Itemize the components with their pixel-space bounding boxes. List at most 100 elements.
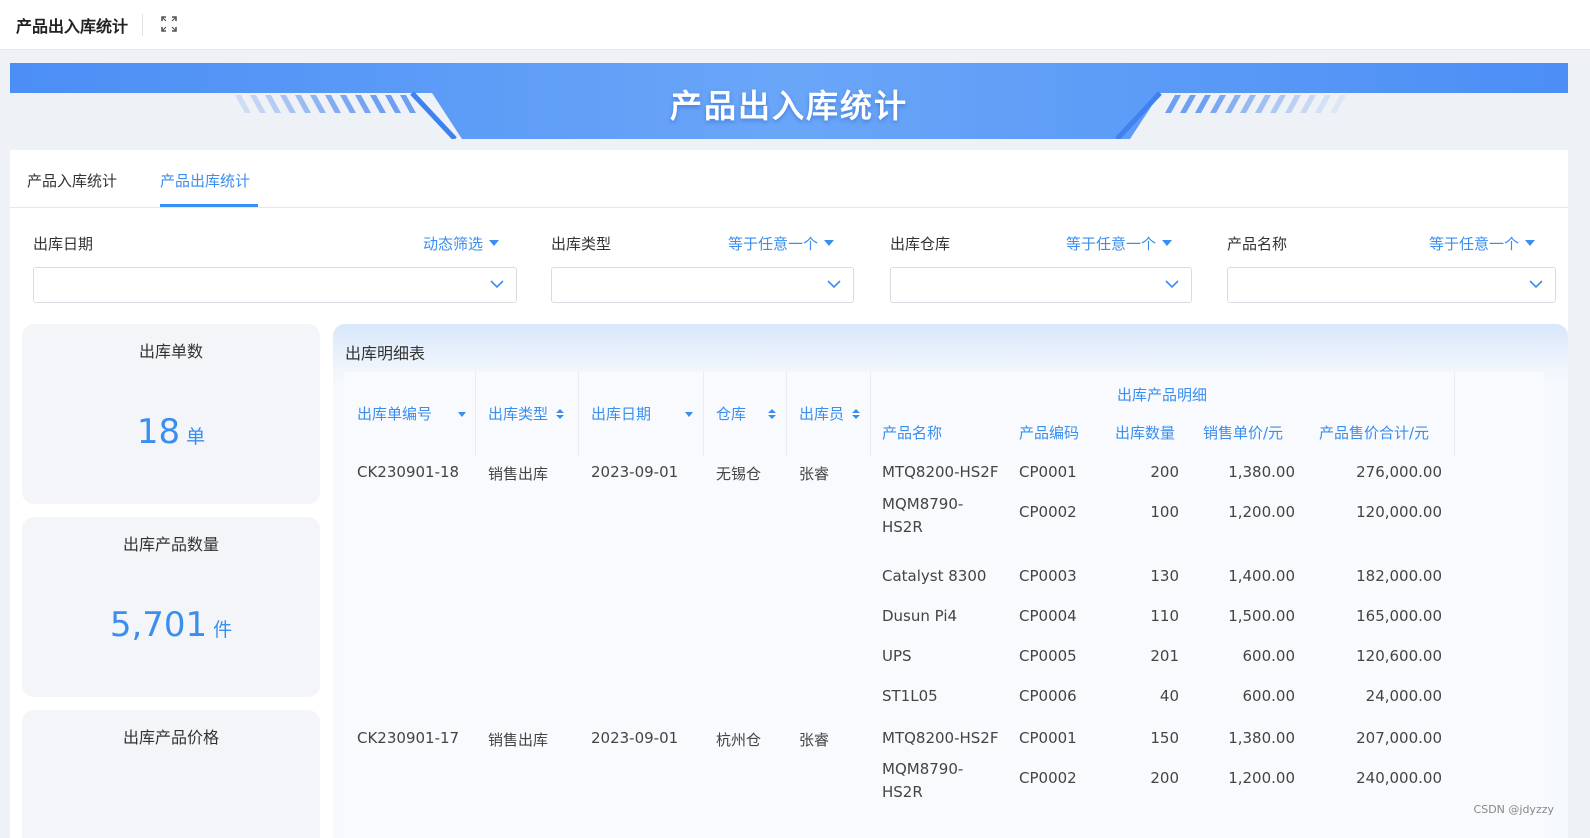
cell-total: 182,000.00 bbox=[1356, 567, 1442, 585]
kpi-value: 18 单 bbox=[22, 412, 320, 452]
cell-date: 2023-09-01 bbox=[591, 729, 679, 747]
cell-product-name: Dusun Pi4 bbox=[882, 607, 958, 625]
column-divider bbox=[475, 372, 476, 456]
cell-staff: 张睿 bbox=[799, 465, 830, 483]
column-header-product-code: 产品编码 bbox=[1019, 424, 1080, 442]
cell-unit-price: 1,400.00 bbox=[1228, 567, 1295, 585]
cell-total: 240,000.00 bbox=[1356, 769, 1442, 787]
cell-product-name: ST1L05 bbox=[882, 687, 938, 705]
expand-icon[interactable] bbox=[160, 15, 178, 33]
cell-type: 销售出库 bbox=[488, 731, 549, 749]
filter-mode-label: 等于任意一个 bbox=[728, 235, 819, 253]
cell-staff: 张睿 bbox=[799, 731, 830, 749]
cell-total: 207,000.00 bbox=[1356, 729, 1442, 747]
kpi-card-product-price: 出库产品价格 bbox=[22, 710, 320, 838]
page-title: 产品出入库统计 bbox=[16, 17, 129, 36]
cell-order-id: CK230901-17 bbox=[357, 729, 460, 747]
filter-select-outbound-warehouse[interactable] bbox=[890, 267, 1192, 303]
caret-down-icon bbox=[489, 240, 500, 246]
watermark: CSDN @jdyzzy bbox=[1473, 803, 1554, 816]
outbound-detail-table: 出库产品明细 出库单编号 出库类型 出库日期 仓库 出库员 产品名称 产品编码 … bbox=[344, 372, 1544, 838]
cell-product-code: CP0002 bbox=[1019, 769, 1077, 787]
cell-product-name: MTQ8200-HS2F bbox=[882, 729, 999, 747]
kpi-number: 18 bbox=[136, 412, 181, 452]
filter-select-outbound-date[interactable] bbox=[33, 267, 517, 303]
top-bar: 产品出入库统计 bbox=[0, 0, 1590, 50]
chevron-down-icon bbox=[1529, 280, 1543, 289]
filter-mode-dropdown[interactable]: 等于任意一个 bbox=[1429, 233, 1536, 254]
column-divider bbox=[786, 372, 787, 456]
cell-product-name: MQM8790-HS2R bbox=[882, 495, 964, 536]
cell-product-code: CP0003 bbox=[1019, 567, 1077, 585]
cell-unit-price: 600.00 bbox=[1242, 647, 1296, 665]
cell-product-code: CP0002 bbox=[1019, 503, 1077, 521]
kpi-label: 出库单数 bbox=[138, 342, 203, 361]
cell-quantity: 110 bbox=[1150, 607, 1179, 625]
cell-total: 276,000.00 bbox=[1356, 463, 1442, 481]
sort-icon[interactable] bbox=[852, 408, 861, 420]
column-divider bbox=[578, 372, 579, 456]
column-header-order-id[interactable]: 出库单编号 bbox=[357, 403, 467, 424]
cell-product-code: CP0004 bbox=[1019, 607, 1077, 625]
filter-mode-dropdown[interactable]: 等于任意一个 bbox=[728, 233, 835, 254]
column-divider bbox=[1454, 372, 1455, 456]
kpi-label: 出库产品价格 bbox=[122, 728, 219, 747]
cell-quantity: 40 bbox=[1159, 687, 1179, 705]
cell-product-name: Catalyst 8300 bbox=[882, 567, 987, 585]
tab-inbound-stats[interactable]: 产品入库统计 bbox=[27, 170, 117, 191]
sort-icon[interactable] bbox=[768, 408, 777, 420]
filter-mode-label: 等于任意一个 bbox=[1429, 235, 1520, 253]
column-header-label: 出库单编号 bbox=[357, 405, 433, 423]
column-header-label: 出库员 bbox=[799, 405, 845, 423]
column-header-staff[interactable]: 出库员 bbox=[799, 403, 861, 424]
tab-outbound-stats[interactable]: 产品出库统计 bbox=[160, 170, 250, 191]
cell-type: 销售出库 bbox=[488, 465, 549, 483]
main-panel: 产品入库统计 产品出库统计 出库日期 动态筛选 出库类型 等于任意一个 出库仓库… bbox=[10, 150, 1568, 838]
kpi-unit: 单 bbox=[186, 426, 206, 448]
cell-product-code: CP0001 bbox=[1019, 463, 1077, 481]
sort-icon[interactable] bbox=[556, 408, 565, 420]
banner-title: 产品出入库统计 bbox=[669, 87, 908, 125]
filter-mode-dropdown[interactable]: 等于任意一个 bbox=[1066, 233, 1173, 254]
cell-unit-price: 600.00 bbox=[1242, 687, 1296, 705]
cell-order-id: CK230901-18 bbox=[357, 463, 460, 481]
column-header-warehouse[interactable]: 仓库 bbox=[716, 403, 777, 424]
cell-warehouse: 无锡仓 bbox=[716, 465, 762, 483]
filter-select-outbound-type[interactable] bbox=[551, 267, 854, 303]
column-header-label: 出库类型 bbox=[488, 405, 549, 423]
filter-mode-label: 等于任意一个 bbox=[1066, 235, 1157, 253]
filter-mode-label: 动态筛选 bbox=[423, 235, 484, 253]
cell-unit-price: 1,200.00 bbox=[1228, 503, 1295, 521]
column-header-date[interactable]: 出库日期 bbox=[591, 403, 694, 424]
column-header-type[interactable]: 出库类型 bbox=[488, 403, 565, 424]
dashboard-banner: 产品出入库统计 bbox=[10, 63, 1568, 139]
column-header-label: 仓库 bbox=[716, 405, 747, 423]
filter-select-product-name[interactable] bbox=[1227, 267, 1556, 303]
cell-product-code: CP0005 bbox=[1019, 647, 1077, 665]
chevron-down-icon bbox=[490, 280, 504, 289]
cell-product-name: MQM8790-HS2R bbox=[882, 760, 964, 801]
chevron-down-icon bbox=[827, 280, 841, 289]
kpi-label: 出库产品数量 bbox=[122, 535, 219, 554]
filter-label: 出库日期 bbox=[33, 235, 94, 253]
active-tab-indicator bbox=[160, 204, 258, 207]
cell-quantity: 150 bbox=[1150, 729, 1179, 747]
outbound-detail-table-card: 出库明细表 出库产品明细 出库单编号 出库类型 出库日期 仓库 出库员 产品名称… bbox=[333, 324, 1568, 838]
cell-warehouse: 杭州仓 bbox=[716, 731, 762, 749]
column-header-quantity: 出库数量 bbox=[1115, 424, 1176, 442]
sort-desc-icon[interactable] bbox=[685, 408, 694, 420]
cell-unit-price: 1,200.00 bbox=[1228, 769, 1295, 787]
kpi-card-order-count: 出库单数 18 单 bbox=[22, 324, 320, 504]
filter-label: 出库仓库 bbox=[890, 235, 951, 253]
cell-quantity: 200 bbox=[1150, 769, 1179, 787]
cell-quantity: 100 bbox=[1150, 503, 1179, 521]
filter-label: 出库类型 bbox=[551, 235, 612, 253]
cell-unit-price: 1,380.00 bbox=[1228, 463, 1295, 481]
kpi-unit: 件 bbox=[213, 619, 233, 641]
sort-desc-icon[interactable] bbox=[458, 408, 467, 420]
kpi-card-product-quantity: 出库产品数量 5,701 件 bbox=[22, 517, 320, 697]
cell-total: 120,600.00 bbox=[1356, 647, 1442, 665]
kpi-value: 5,701 件 bbox=[22, 605, 320, 645]
column-divider bbox=[703, 372, 704, 456]
filter-mode-dropdown[interactable]: 动态筛选 bbox=[423, 233, 500, 254]
